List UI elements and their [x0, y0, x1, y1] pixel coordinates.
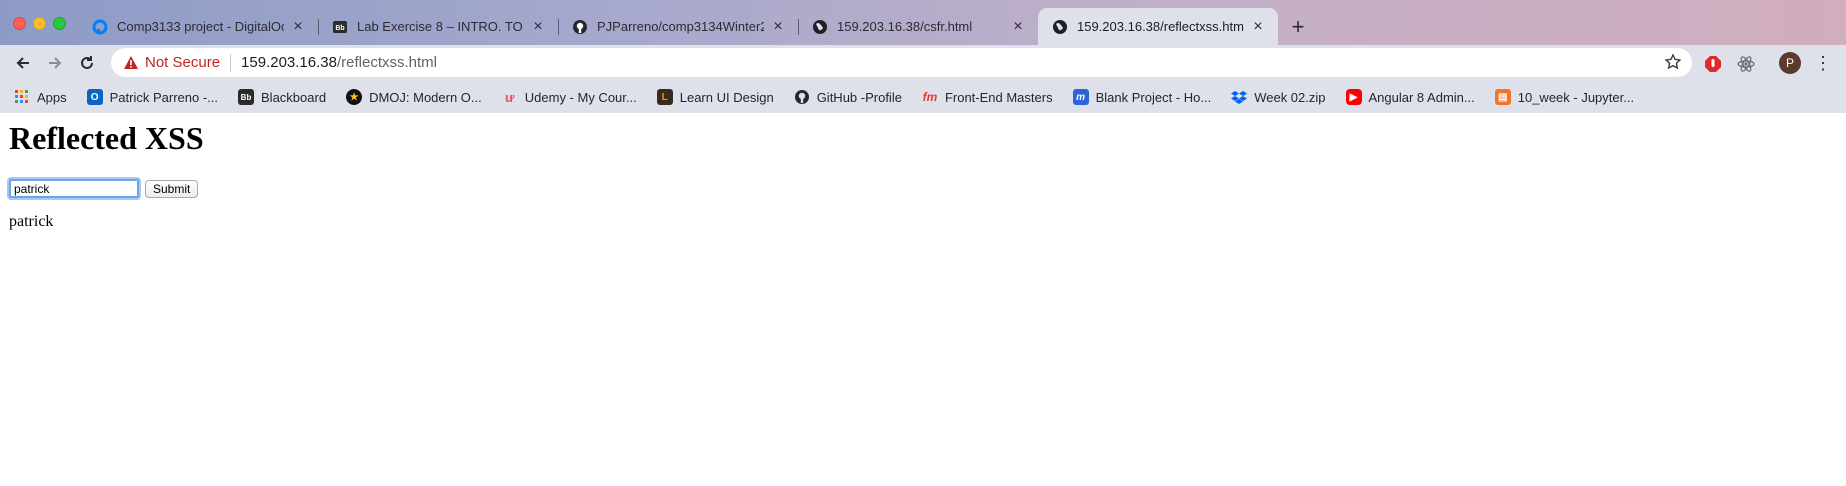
- fullscreen-window-button[interactable]: [53, 17, 66, 30]
- svg-text:Bb: Bb: [335, 25, 344, 32]
- bookmark-label: 10_week - Jupyter...: [1517, 89, 1635, 105]
- minimize-window-button[interactable]: [33, 17, 46, 30]
- close-icon[interactable]: ×: [1010, 18, 1026, 35]
- bookmark-blank-project[interactable]: m Blank Project - Ho...: [1072, 89, 1212, 105]
- dropbox-icon: [1231, 89, 1248, 105]
- jupyter-book-icon: ▤: [1494, 89, 1511, 105]
- digitalocean-icon: [92, 19, 108, 35]
- adblock-extension-icon[interactable]: [1703, 54, 1723, 74]
- bookmark-blackboard[interactable]: Bb Blackboard: [238, 89, 326, 105]
- url-host: 159.203.16.38: [241, 54, 337, 71]
- new-tab-button[interactable]: +: [1284, 8, 1312, 45]
- arrow-left-icon: [16, 57, 29, 69]
- miro-icon: m: [1072, 89, 1089, 105]
- bookmark-label: DMOJ: Modern O...: [369, 89, 482, 105]
- url-path: /reflectxss.html: [336, 54, 438, 71]
- page-viewport: Reflected XSS Submit patrick: [0, 114, 1846, 486]
- bookmark-github-profile[interactable]: GitHub -Profile: [794, 89, 902, 105]
- outlook-icon: O: [86, 89, 103, 105]
- tab-csfr[interactable]: 159.203.16.38/csfr.html ×: [798, 8, 1038, 45]
- dmoj-icon: ★: [346, 89, 363, 105]
- bookmark-label: GitHub -Profile: [816, 89, 902, 105]
- reflected-output: patrick: [9, 213, 54, 230]
- arrow-right-icon: [49, 57, 62, 69]
- tab-digitalocean[interactable]: Comp3133 project - DigitalOce ×: [78, 8, 318, 45]
- udemy-icon: ư: [505, 89, 515, 105]
- blackboard-icon: Bb: [332, 19, 348, 35]
- browser-chrome: Comp3133 project - DigitalOce × Bb Lab E…: [0, 0, 1846, 113]
- learnui-icon: L: [656, 89, 673, 105]
- github-icon: [794, 89, 810, 105]
- profile-avatar[interactable]: P: [1779, 52, 1801, 74]
- bookmarks-bar: Apps O Patrick Parreno -... Bb Blackboar…: [0, 81, 1846, 113]
- close-icon[interactable]: ×: [530, 18, 546, 35]
- tab-reflectxss-active[interactable]: 159.203.16.38/reflectxss.html ×: [1038, 8, 1278, 45]
- bookmark-dmoj[interactable]: ★ DMOJ: Modern O...: [346, 89, 482, 105]
- react-devtools-icon[interactable]: [1736, 54, 1756, 74]
- close-icon[interactable]: ×: [290, 18, 306, 35]
- tab-github-repo[interactable]: PJParreno/comp3134Winter20 ×: [558, 8, 798, 45]
- address-bar-separator: [230, 53, 232, 72]
- tab-title: PJParreno/comp3134Winter20: [597, 19, 764, 34]
- more-menu-icon[interactable]: ⋮: [1812, 52, 1834, 74]
- bookmark-week-02-zip[interactable]: Week 02.zip: [1231, 89, 1326, 105]
- bookmark-label: Week 02.zip: [1254, 89, 1326, 105]
- tab-title: Lab Exercise 8 – INTRO. TO CY: [357, 19, 524, 34]
- bookmark-apps[interactable]: Apps: [14, 89, 67, 105]
- bookmark-angular-admin[interactable]: ▶ Angular 8 Admin...: [1345, 89, 1475, 105]
- tab-lab-exercise[interactable]: Bb Lab Exercise 8 – INTRO. TO CY ×: [318, 8, 558, 45]
- close-window-button[interactable]: [13, 17, 26, 30]
- security-status-label[interactable]: Not Secure: [145, 54, 220, 71]
- github-icon: [572, 19, 588, 35]
- blackboard-icon: Bb: [238, 89, 255, 105]
- globe-icon: [1052, 19, 1068, 35]
- browser-toolbar: Not Secure 159.203.16.38/reflectxss.html…: [0, 45, 1846, 81]
- bookmark-jupyter[interactable]: ▤ 10_week - Jupyter...: [1494, 89, 1635, 105]
- bookmark-label: Udemy - My Cour...: [524, 89, 637, 105]
- forward-button[interactable]: [41, 49, 69, 77]
- tab-title: 159.203.16.38/reflectxss.html: [1077, 19, 1244, 34]
- bookmark-frontend-masters[interactable]: fm Front-End Masters: [922, 89, 1053, 105]
- submit-button[interactable]: Submit: [145, 179, 199, 198]
- bookmark-label: Angular 8 Admin...: [1368, 89, 1475, 105]
- bookmark-outlook[interactable]: O Patrick Parreno -...: [86, 89, 219, 105]
- youtube-icon: ▶: [1345, 89, 1362, 105]
- warning-triangle-icon[interactable]: [123, 55, 139, 70]
- close-icon[interactable]: ×: [770, 18, 786, 35]
- bookmark-label: Learn UI Design: [679, 89, 774, 105]
- name-input[interactable]: [9, 179, 139, 198]
- tab-title: Comp3133 project - DigitalOce: [117, 19, 284, 34]
- bookmark-learn-ui-design[interactable]: L Learn UI Design: [656, 89, 774, 105]
- page-title: Reflected XSS: [9, 120, 204, 156]
- close-icon[interactable]: ×: [1250, 18, 1266, 35]
- tab-title: 159.203.16.38/csfr.html: [837, 19, 973, 34]
- bookmark-label: Front-End Masters: [944, 89, 1053, 105]
- globe-icon: [812, 19, 828, 35]
- bookmark-label: Blackboard: [261, 89, 327, 105]
- reload-button[interactable]: [73, 49, 101, 77]
- tab-strip: Comp3133 project - DigitalOce × Bb Lab E…: [78, 8, 1312, 45]
- bookmark-label: Patrick Parreno -...: [109, 89, 219, 105]
- address-bar[interactable]: Not Secure 159.203.16.38/reflectxss.html: [111, 48, 1692, 77]
- bookmark-label: Apps: [37, 89, 67, 105]
- bookmark-star-icon[interactable]: [1664, 53, 1682, 71]
- apps-grid-icon: [14, 89, 30, 105]
- bookmark-udemy[interactable]: ư Udemy - My Cour...: [502, 89, 637, 105]
- xss-form: Submit: [9, 179, 199, 198]
- back-button[interactable]: [9, 49, 37, 77]
- reload-icon: [81, 56, 93, 69]
- frontendmasters-icon: fm: [922, 90, 938, 104]
- bookmark-label: Blank Project - Ho...: [1095, 89, 1212, 105]
